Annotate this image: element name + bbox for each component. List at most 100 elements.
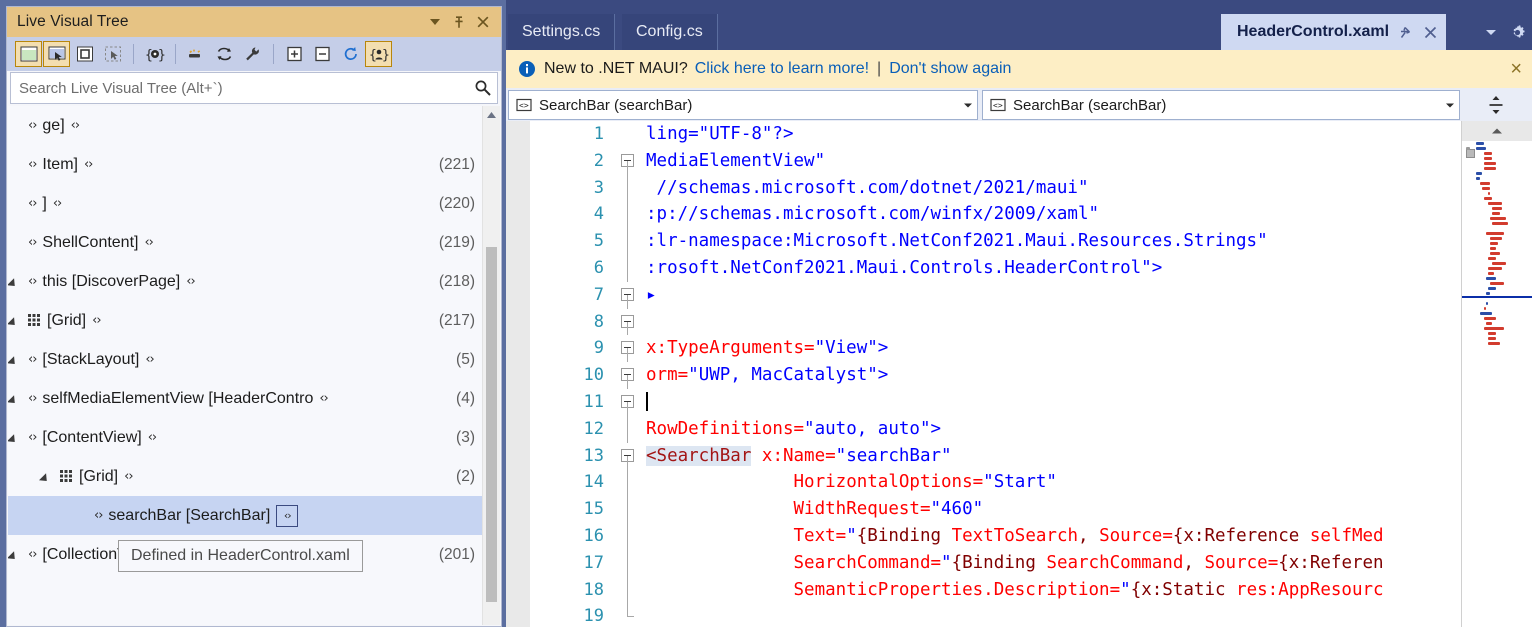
code-line[interactable]: 15 WidthRequest="460" xyxy=(530,496,1462,523)
display-layout-adorners-icon[interactable] xyxy=(43,41,70,67)
pin-icon[interactable] xyxy=(1399,25,1413,40)
tree-item[interactable]: ‹› Item] ‹› (221) xyxy=(8,145,483,184)
navbar-type-dropdown[interactable]: <> SearchBar (searchBar) xyxy=(508,90,978,120)
panel-menu-caret-icon[interactable] xyxy=(423,10,447,34)
code-line[interactable]: 16 Text="{Binding TextToSearch, Source={… xyxy=(530,522,1462,550)
tab-settings-cs[interactable]: Settings.cs xyxy=(508,14,616,50)
show-runtime-tools-icon[interactable]: {} xyxy=(141,41,168,67)
tab-config-cs[interactable]: Config.cs xyxy=(622,14,718,50)
configure-icon[interactable] xyxy=(239,41,266,67)
show-in-xaml-editor-icon[interactable] xyxy=(183,41,210,67)
pin-icon[interactable] xyxy=(447,10,471,34)
expander-open-icon[interactable] xyxy=(8,275,22,289)
search-box[interactable] xyxy=(10,72,498,104)
fold-margin[interactable] xyxy=(616,121,646,148)
expand-all-icon[interactable] xyxy=(281,41,308,67)
fold-margin[interactable] xyxy=(616,254,646,282)
fold-margin[interactable] xyxy=(616,443,646,470)
tree-item[interactable]: [Grid] ‹› (217) xyxy=(8,301,483,340)
fold-margin[interactable] xyxy=(616,148,646,175)
scroll-up-arrow-icon[interactable] xyxy=(1462,121,1532,141)
search-icon[interactable] xyxy=(469,79,497,97)
preview-selection-icon[interactable] xyxy=(71,41,98,67)
expander-open-icon[interactable] xyxy=(40,470,54,484)
track-focused-element-icon[interactable] xyxy=(99,41,126,67)
tree-item[interactable]: [Grid] ‹› (2) xyxy=(8,457,483,496)
code-line[interactable]: 18 SemanticProperties.Description="{x:St… xyxy=(530,576,1462,604)
fold-margin[interactable] xyxy=(616,415,646,443)
fold-margin[interactable] xyxy=(616,469,646,497)
close-icon[interactable] xyxy=(1423,25,1438,40)
fold-margin[interactable] xyxy=(616,603,646,627)
tree-item-selected[interactable]: ‹› searchBar [SearchBar] ‹› xyxy=(8,496,483,535)
tree-item[interactable]: ‹› selfMediaElementView [HeaderContro ‹› (4… xyxy=(8,379,483,418)
fold-margin[interactable] xyxy=(616,496,646,523)
tree-item[interactable]: ‹› ge] ‹› xyxy=(8,106,483,145)
select-element-icon[interactable] xyxy=(15,41,42,67)
code-line[interactable]: 7 ▸ xyxy=(530,282,1462,309)
code-line[interactable]: 8 xyxy=(530,309,1462,336)
minimap-segment xyxy=(1490,237,1502,240)
code-line[interactable]: 4:p://schemas.microsoft.com/winfx/2009/x… xyxy=(530,201,1462,229)
code-line[interactable]: 10 orm="UWP, MacCatalyst"> xyxy=(530,362,1462,389)
tree-item[interactable]: ‹› this [DiscoverPage] ‹› (218) xyxy=(8,262,483,301)
expander-open-icon[interactable] xyxy=(8,392,22,406)
scrollbar-thumb[interactable] xyxy=(486,247,497,602)
fold-margin[interactable] xyxy=(616,549,646,577)
dont-show-again-link[interactable]: Don't show again xyxy=(889,60,1011,78)
fold-margin[interactable] xyxy=(616,522,646,550)
fold-margin[interactable] xyxy=(616,201,646,229)
code-line[interactable]: 1 ling="UTF-8"?> xyxy=(530,121,1462,148)
refresh-icon[interactable] xyxy=(211,41,238,67)
expander-open-icon[interactable] xyxy=(8,548,22,562)
fold-margin[interactable] xyxy=(616,389,646,416)
chevron-down-icon[interactable] xyxy=(959,102,977,109)
fold-margin[interactable] xyxy=(616,309,646,336)
expander-none xyxy=(8,119,22,133)
split-view-icon[interactable] xyxy=(1460,90,1532,120)
tree-item[interactable]: ‹›] ‹› (220) xyxy=(8,184,483,223)
fold-margin[interactable] xyxy=(616,282,646,309)
tree-item[interactable]: ‹› ShellContent] ‹› (219) xyxy=(8,223,483,262)
code-line[interactable]: 3 //schemas.microsoft.com/dotnet/2021/ma… xyxy=(530,174,1462,202)
fold-margin[interactable] xyxy=(616,335,646,363)
code-badge-icon[interactable]: ‹› xyxy=(276,504,299,527)
learn-more-link[interactable]: Click here to learn more! xyxy=(695,60,869,78)
expander-open-icon[interactable] xyxy=(8,314,22,328)
scroll-up-arrow-icon[interactable] xyxy=(483,106,500,123)
chevron-down-icon[interactable] xyxy=(1441,102,1459,109)
code-line[interactable]: 2 MediaElementView" xyxy=(530,148,1462,175)
tab-headercontrol-xaml[interactable]: HeaderControl.xaml xyxy=(1221,14,1447,50)
code-lines[interactable]: 1 ling="UTF-8"?> 2 MediaElementView" 3 //sch… xyxy=(530,121,1462,627)
expander-open-icon[interactable] xyxy=(8,353,22,367)
code-line[interactable]: 5:lr-namespace:Microsoft.NetConf2021.Mau… xyxy=(530,228,1462,255)
collapse-all-icon[interactable] xyxy=(309,41,336,67)
close-icon[interactable] xyxy=(471,10,495,34)
fold-margin[interactable] xyxy=(616,576,646,604)
settings-gear-icon[interactable] xyxy=(1508,23,1526,41)
tab-list-caret-icon[interactable] xyxy=(1482,23,1500,41)
navbar-member-dropdown[interactable]: <> SearchBar (searchBar) xyxy=(982,90,1460,120)
reload-icon[interactable] xyxy=(337,41,364,67)
code-line[interactable]: 14 HorizontalOptions="Start" xyxy=(530,469,1462,497)
expander-open-icon[interactable] xyxy=(8,431,22,445)
tree-item[interactable]: ‹› [StackLayout] ‹› (5) xyxy=(8,340,483,379)
fold-margin[interactable] xyxy=(616,362,646,389)
tree-scrollbar[interactable] xyxy=(482,106,500,625)
code-line[interactable]: 6:rosoft.NetConf2021.Maui.Controls.Heade… xyxy=(530,254,1462,282)
code-icon: ‹› xyxy=(28,235,37,250)
code-editor-surface[interactable]: 1 ling="UTF-8"?> 2 MediaElementView" 3 //sch… xyxy=(506,121,1532,627)
search-input[interactable] xyxy=(11,79,469,97)
code-minimap-scrollbar[interactable] xyxy=(1461,121,1532,627)
tree-item[interactable]: ‹› [ContentView] ‹› (3) xyxy=(8,418,483,457)
show-only-my-xaml-icon[interactable]: {} xyxy=(365,41,392,67)
info-bar-close-icon[interactable]: × xyxy=(1510,59,1522,79)
fold-margin[interactable] xyxy=(616,228,646,255)
code-line[interactable]: 11 xyxy=(530,389,1462,416)
fold-margin[interactable] xyxy=(616,174,646,202)
code-line[interactable]: 13 <SearchBar x:Name="searchBar" xyxy=(530,443,1462,470)
code-line[interactable]: 12 RowDefinitions="auto, auto"> xyxy=(530,415,1462,443)
code-line[interactable]: 9 x:TypeArguments="View"> xyxy=(530,335,1462,363)
code-line[interactable]: 19 xyxy=(530,603,1462,627)
code-line[interactable]: 17 SearchCommand="{Binding SearchCommand… xyxy=(530,549,1462,577)
